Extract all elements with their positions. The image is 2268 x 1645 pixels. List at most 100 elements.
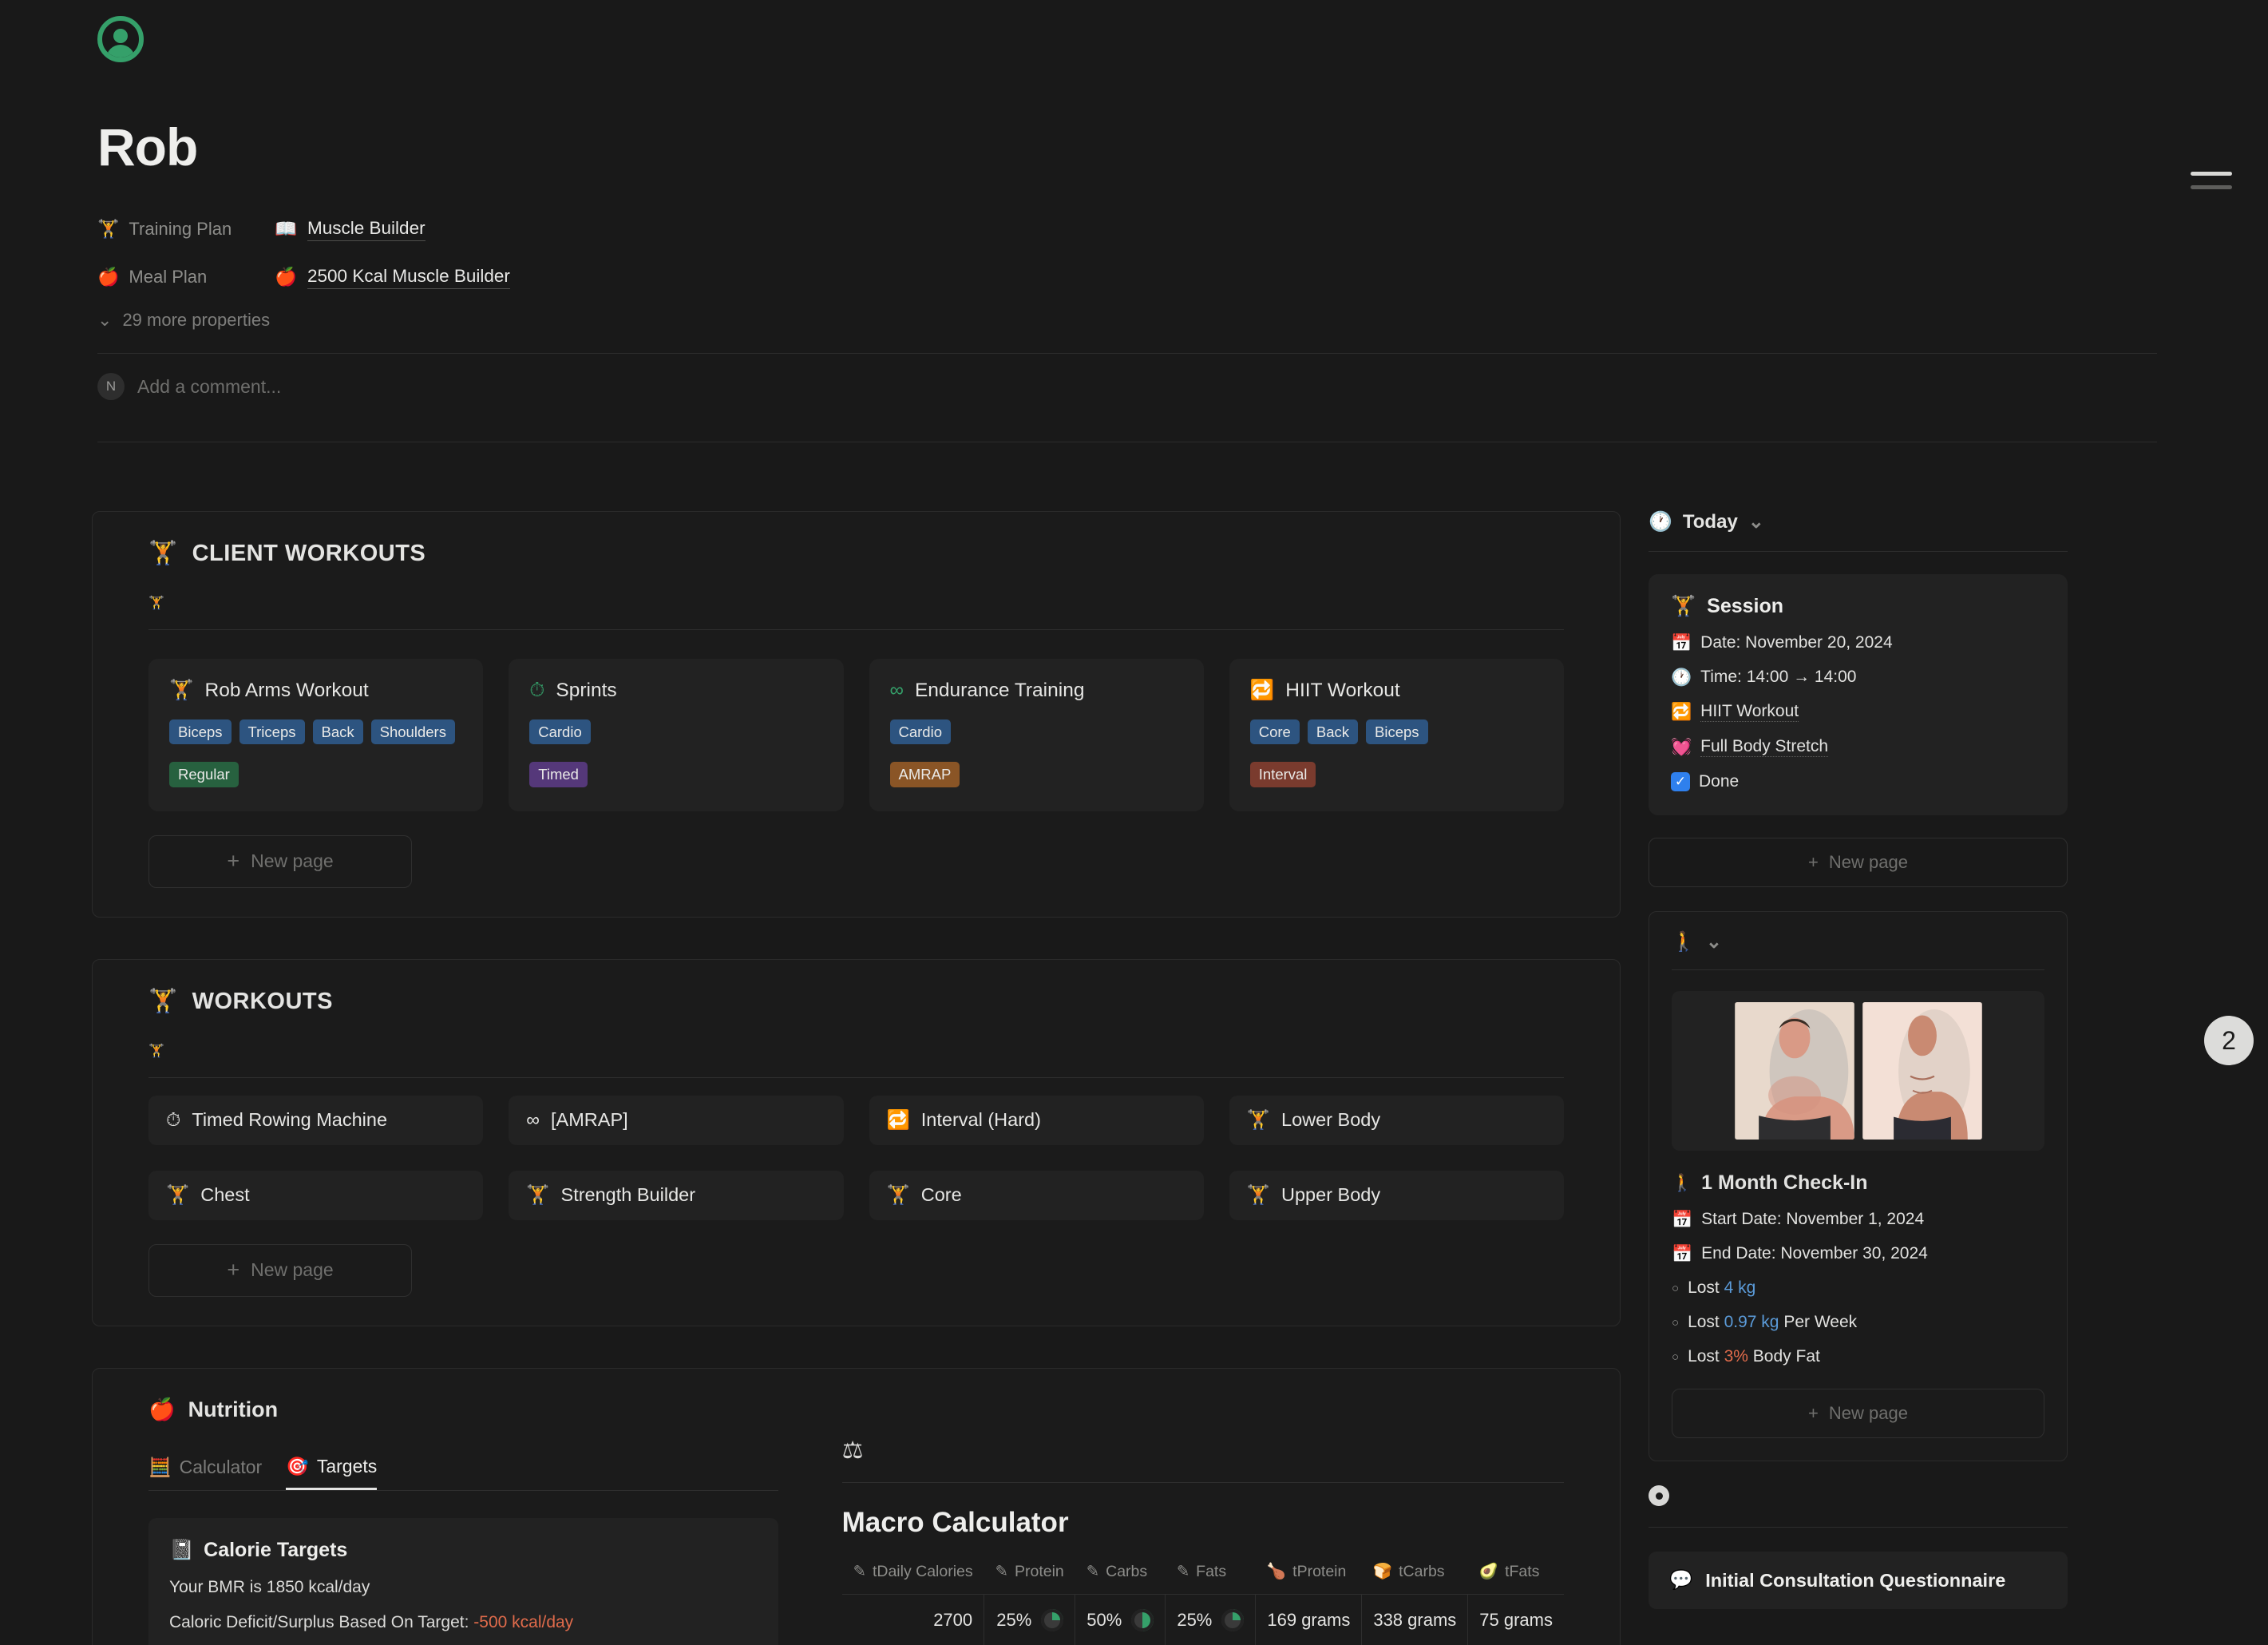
session-done-row[interactable]: ✓ Done [1671, 772, 2045, 791]
initial-consultation-questionnaire[interactable]: 💬 Initial Consultation Questionnaire [1649, 1552, 2068, 1609]
list-item[interactable]: 🏋 Strength Builder [509, 1170, 844, 1220]
list-item[interactable]: 🔁 Interval (Hard) [869, 1095, 1204, 1145]
tag[interactable]: Timed [529, 762, 588, 787]
tag[interactable]: Back [312, 719, 363, 745]
list-item[interactable]: 🏋 Core [869, 1170, 1204, 1220]
session-stretch-label[interactable]: Full Body Stretch [1700, 737, 1829, 757]
workout-card[interactable]: 🏋 Rob Arms Workout Biceps Triceps Back S… [148, 659, 484, 811]
today-header[interactable]: 🕐 Today ⌄ [1649, 511, 2068, 533]
property-row-training-plan: 🏋 Training Plan 📖 Muscle Builder [97, 211, 2157, 248]
cell-protein-pct[interactable]: 25% [984, 1594, 1076, 1645]
table-row[interactable]: 2700 25% 50% 25% 169 grams 338 grams 75 … [841, 1594, 1564, 1645]
comment-input[interactable]: Add a comment... [137, 376, 281, 398]
tab-calculator[interactable]: 🧮 Calculator [148, 1456, 262, 1490]
new-page-button[interactable]: + New page [148, 1243, 412, 1297]
workout-card[interactable]: ∞ Endurance Training Cardio AMRAP [869, 659, 1204, 811]
record-dot-icon[interactable] [1649, 1485, 1669, 1506]
plus-icon: + [227, 849, 240, 874]
heart-pulse-icon: 💓 [1671, 738, 1692, 756]
column-header-tfats[interactable]: 🥑 tFats [1467, 1556, 1564, 1595]
chevron-down-icon[interactable]: ⌄ [1748, 513, 1764, 532]
progress-photos[interactable] [1672, 991, 2044, 1151]
client-workouts-viewbar[interactable]: 🏋 [93, 567, 1620, 610]
deficit-line: Caloric Deficit/Surplus Based On Target:… [169, 1613, 758, 1632]
tag-row: Cardio [529, 719, 822, 745]
bullet-value: 3% [1724, 1347, 1748, 1366]
tag[interactable]: Cardio [889, 719, 951, 745]
session-stretch-link[interactable]: 💓 Full Body Stretch [1671, 737, 2045, 757]
checkbox-checked-icon[interactable]: ✓ [1671, 772, 1690, 791]
checkin-title: 🚶 1 Month Check-In [1672, 1171, 2044, 1195]
property-list: 🏋 Training Plan 📖 Muscle Builder 🍎 Meal … [97, 211, 2157, 331]
chevron-down-icon[interactable]: ⌄ [1706, 933, 1722, 952]
walking-person-icon: 🚶 [1672, 931, 1696, 953]
cell-tprotein[interactable]: 169 grams [1255, 1594, 1363, 1645]
session-date-label: Date: November 20, 2024 [1700, 633, 1893, 652]
bullet-icon: ○ [1672, 1281, 1680, 1295]
new-page-button[interactable]: + New page [1649, 838, 2068, 887]
list-item[interactable]: 🏋 Upper Body [1229, 1170, 1564, 1220]
column-header-tdaily-calories[interactable]: ✎ tDaily Calories [841, 1556, 984, 1595]
column-header-tcarbs[interactable]: 🍞 tCarbs [1361, 1556, 1468, 1595]
property-value[interactable]: 🍎 2500 Kcal Muscle Builder [275, 266, 510, 289]
column-header-carbs[interactable]: ✎ Carbs [1075, 1556, 1166, 1595]
property-key-label: Training Plan [129, 219, 232, 239]
property-value-label[interactable]: Muscle Builder [307, 218, 425, 241]
card-title-label: Sprints [556, 680, 617, 701]
list-item[interactable]: ∞ [AMRAP] [509, 1095, 844, 1145]
workouts-viewbar[interactable]: 🏋 [93, 1015, 1620, 1058]
workouts-rows: ⏱ Timed Rowing Machine ∞ [AMRAP] 🔁 Interval… [93, 1078, 1620, 1220]
more-properties-toggle[interactable]: ⌄ 29 more properties [97, 310, 2157, 331]
column-header-tprotein[interactable]: 🍗 tProtein [1255, 1556, 1362, 1595]
tag[interactable]: Regular [169, 762, 239, 787]
tag[interactable]: Biceps [1366, 719, 1428, 745]
workout-card[interactable]: ⏱ Sprints Cardio Timed [509, 659, 844, 811]
session-workout-link[interactable]: 🔁 HIIT Workout [1671, 702, 2045, 722]
tag[interactable]: Interval [1249, 762, 1316, 787]
tag[interactable]: Shoulders [370, 719, 455, 745]
cell-fats-pct[interactable]: 25% [1165, 1594, 1257, 1645]
avatar[interactable] [97, 16, 144, 62]
checkin-viewbar[interactable]: 🚶 ⌄ [1672, 933, 2044, 952]
bullet-icon: ○ [1672, 1315, 1680, 1330]
list-item[interactable]: 🏋 Lower Body [1229, 1095, 1564, 1145]
after-photo[interactable] [1862, 1002, 1982, 1140]
workout-card[interactable]: 🔁 HIIT Workout Core Back Biceps Interval [1229, 659, 1564, 811]
calendar-icon: 📅 [1671, 633, 1692, 652]
calorie-targets-title: 📓 Calorie Targets [169, 1539, 758, 1562]
hamburger-menu-icon[interactable] [2191, 172, 2232, 189]
list-item[interactable]: 🏋 Chest [148, 1170, 484, 1220]
tag[interactable]: Cardio [529, 719, 591, 745]
help-face-icon[interactable]: 2 [2204, 1016, 2254, 1065]
cell-daily-calories[interactable]: 2700 [841, 1594, 985, 1645]
plus-icon: + [227, 1258, 240, 1282]
bullet-suffix: Per Week [1779, 1313, 1858, 1331]
cell-tfats[interactable]: 75 grams [1467, 1594, 1564, 1645]
property-value[interactable]: 📖 Muscle Builder [275, 218, 425, 241]
tab-targets[interactable]: 🎯 Targets [286, 1456, 378, 1490]
tag[interactable]: Triceps [239, 719, 305, 745]
new-page-button[interactable]: + New page [148, 834, 412, 888]
column-header-fats[interactable]: ✎ Fats [1165, 1556, 1256, 1595]
progress-ring [1131, 1608, 1154, 1631]
new-page-label: New page [251, 1259, 334, 1281]
tag[interactable]: Core [1249, 719, 1300, 745]
cell-carbs-pct[interactable]: 50% [1075, 1594, 1166, 1645]
property-value-label[interactable]: 2500 Kcal Muscle Builder [307, 266, 510, 289]
tag[interactable]: AMRAP [889, 762, 960, 787]
scales-icon: ⚖ [841, 1437, 864, 1464]
session-card[interactable]: 🏋 Session 📅 Date: November 20, 2024 🕐 Ti… [1649, 574, 2068, 815]
session-workout-label[interactable]: HIIT Workout [1700, 702, 1799, 722]
list-item[interactable]: ⏱ Timed Rowing Machine [148, 1095, 484, 1145]
calorie-targets-card[interactable]: 📓 Calorie Targets Your BMR is 1850 kcal/… [148, 1517, 778, 1645]
column-header-protein[interactable]: ✎ Protein [984, 1556, 1075, 1595]
cell-tcarbs[interactable]: 338 grams [1361, 1594, 1469, 1645]
list-item-label: Upper Body [1281, 1184, 1381, 1206]
tag[interactable]: Back [1307, 719, 1358, 745]
before-photo[interactable] [1734, 1002, 1854, 1140]
person-circle-icon-body [106, 45, 135, 57]
add-comment-row[interactable]: N Add a comment... [97, 354, 2157, 419]
dumbbell-icon: 🏋 [169, 679, 194, 701]
new-page-button[interactable]: + New page [1672, 1389, 2044, 1438]
tag[interactable]: Biceps [169, 719, 232, 745]
